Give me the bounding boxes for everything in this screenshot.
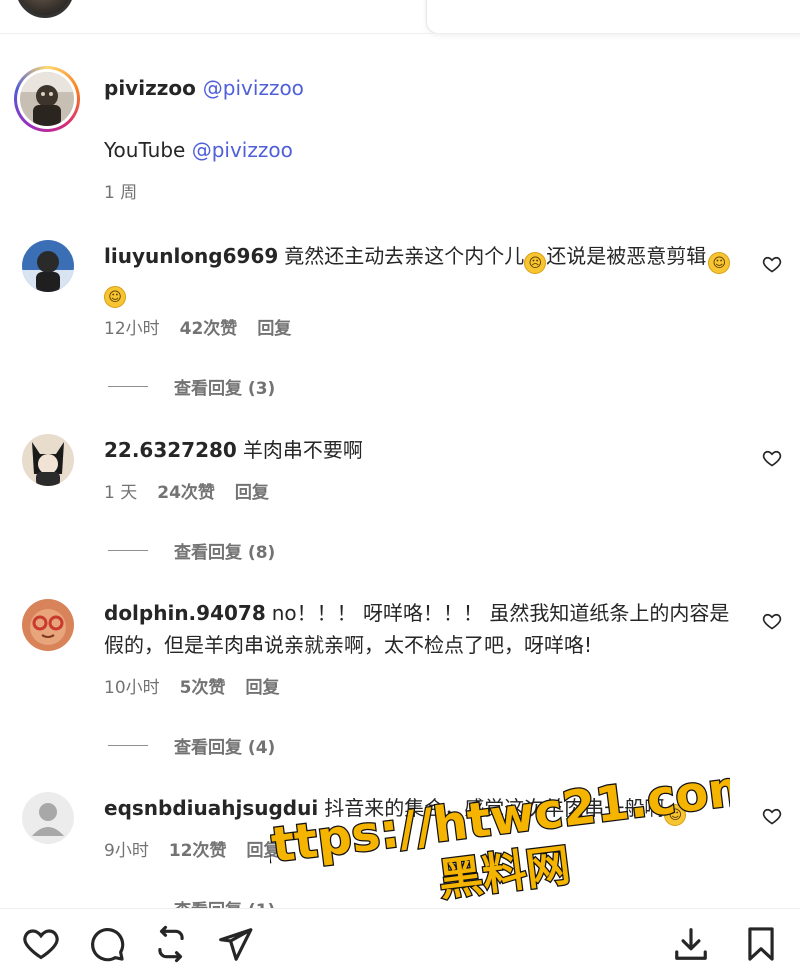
comment-meta: 9小时 12次赞 回复 [104,836,281,861]
comment-likes[interactable]: 42次赞 [180,314,238,339]
watermark: https://htwc21.com 黑料网 [270,762,730,908]
heart-icon[interactable] [22,925,60,963]
reply-button[interactable]: 回复 [257,314,291,339]
comment-username[interactable]: liuyunlong6969 [104,244,278,268]
watermark-name: 黑料网 [436,840,573,907]
view-replies-button[interactable]: 查看回复 (3) [108,374,275,399]
reply-button[interactable]: 回复 [245,673,279,698]
comment-text: dolphin.94078 no！！！ 呀咩咯！！！ 虽然我知道纸条上的内容是假的… [104,597,744,661]
comment-text: eqsnbdiuahjsugdui 抖音来的集合，感觉这次羊肉串一般啊 ☺ [104,792,744,826]
comment-meta: 1 天 24次赞 回复 [104,478,269,503]
comment-content-cont: 还说是被恶意剪辑 [546,244,707,268]
previous-card [426,0,800,34]
comment-avatar[interactable] [22,434,74,486]
comment-username[interactable]: eqsnbdiuahjsugdui [104,796,318,820]
caption-text-mention[interactable]: @pivizzoo [192,138,293,162]
comment-text: 22.6327280 羊肉串不要啊 [104,434,744,466]
comment-username[interactable]: 22.6327280 [104,438,237,462]
caption-username[interactable]: pivizzoo [104,76,196,100]
comment-content: 羊肉串不要啊 [242,438,363,462]
view-replies-label: 查看回复 (3) [174,379,276,399]
view-replies-button[interactable]: 查看回复 (8) [108,538,275,563]
avatar-image [20,72,74,126]
heart-icon[interactable] [762,611,782,631]
comment-likes[interactable]: 12次赞 [169,836,227,861]
replies-line [108,550,148,551]
heart-icon[interactable] [762,806,782,826]
comment-avatar[interactable] [22,599,74,651]
comment-meta: 10小时 5次赞 回复 [104,673,279,698]
comment-content: 竟然还主动去亲这个内个儿 [284,244,525,268]
sad-face-icon: ☹ [524,252,547,274]
default-avatar-icon [22,792,74,844]
replies-line [108,386,148,387]
caption-mention[interactable]: @pivizzoo [203,76,304,100]
comment-time: 10小时 [104,678,160,698]
repost-icon[interactable] [152,925,190,963]
previous-avatar [16,0,74,18]
laughing-face-icon: ☺ [664,804,687,826]
caption-text: YouTube @pivizzoo [104,138,293,162]
comment-text: liuyunlong6969 竟然还主动去亲这个内个儿 ☹ 还说是被恶意剪辑 ☺ ☺ [104,240,744,308]
comment-time: 1 天 [104,483,138,503]
comment-likes[interactable]: 5次赞 [180,673,226,698]
caption-text-prefix: YouTube [104,138,186,162]
comment-time: 9小时 [104,841,149,861]
divider [0,33,800,34]
caption-header: pivizzoo @pivizzoo [104,76,304,100]
download-icon[interactable] [672,925,710,963]
view-replies-button[interactable]: 查看回复 (4) [108,733,275,758]
bookmark-icon[interactable] [742,925,780,963]
laughing-face-icon: ☺ [708,252,731,274]
comment-avatar[interactable] [22,792,74,844]
comment-meta: 12小时 42次赞 回复 [104,314,291,339]
comment-username[interactable]: dolphin.94078 [104,601,266,625]
comment-content: 抖音来的集合，感觉这次羊肉串一般啊 [324,796,665,820]
view-replies-label: 查看回复 (4) [174,738,276,758]
action-bar [0,908,800,973]
heart-icon[interactable] [762,254,782,274]
share-icon[interactable] [216,925,254,963]
laughing-face-icon: ☺ [104,286,126,308]
heart-icon[interactable] [762,448,782,468]
replies-line [108,745,148,746]
reply-button[interactable]: 回复 [247,836,281,861]
caption-avatar[interactable] [14,66,80,132]
reply-button[interactable]: 回复 [235,478,269,503]
comment-avatar[interactable] [22,240,74,292]
caption-time: 1 周 [104,183,138,203]
comment-icon[interactable] [88,925,126,963]
comment-time: 12小时 [104,319,160,339]
comment-likes[interactable]: 24次赞 [157,478,215,503]
view-replies-label: 查看回复 (8) [174,543,276,563]
